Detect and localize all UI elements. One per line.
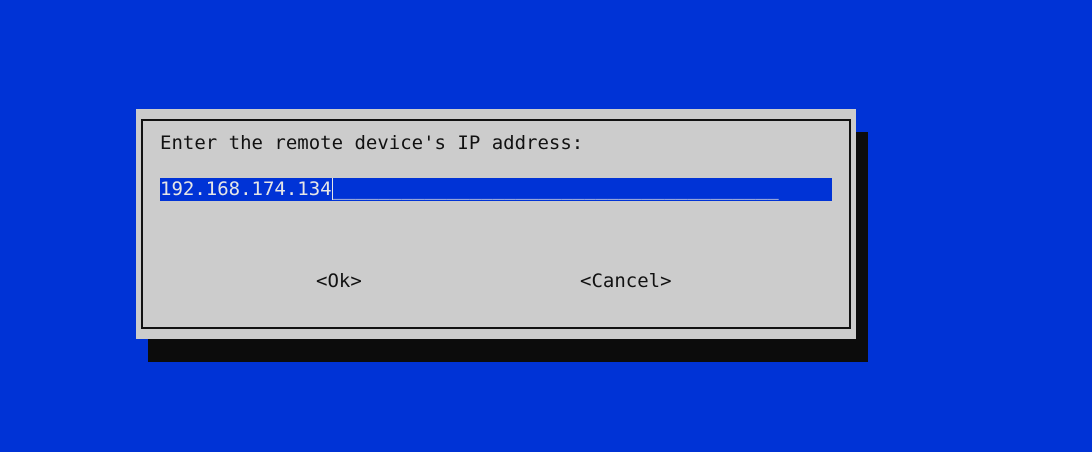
ip-address-input[interactable]: 192.168.174.134_________________________… — [160, 178, 832, 201]
input-fill-underscores: _______________________________________ — [331, 178, 779, 200]
ok-button[interactable]: <Ok> — [316, 270, 362, 292]
ip-address-dialog: Enter the remote device's IP address: 19… — [136, 109, 856, 339]
dialog-prompt: Enter the remote device's IP address: — [160, 132, 584, 154]
ip-address-value[interactable]: 192.168.174.134 — [160, 178, 332, 200]
cancel-button[interactable]: <Cancel> — [580, 270, 672, 292]
